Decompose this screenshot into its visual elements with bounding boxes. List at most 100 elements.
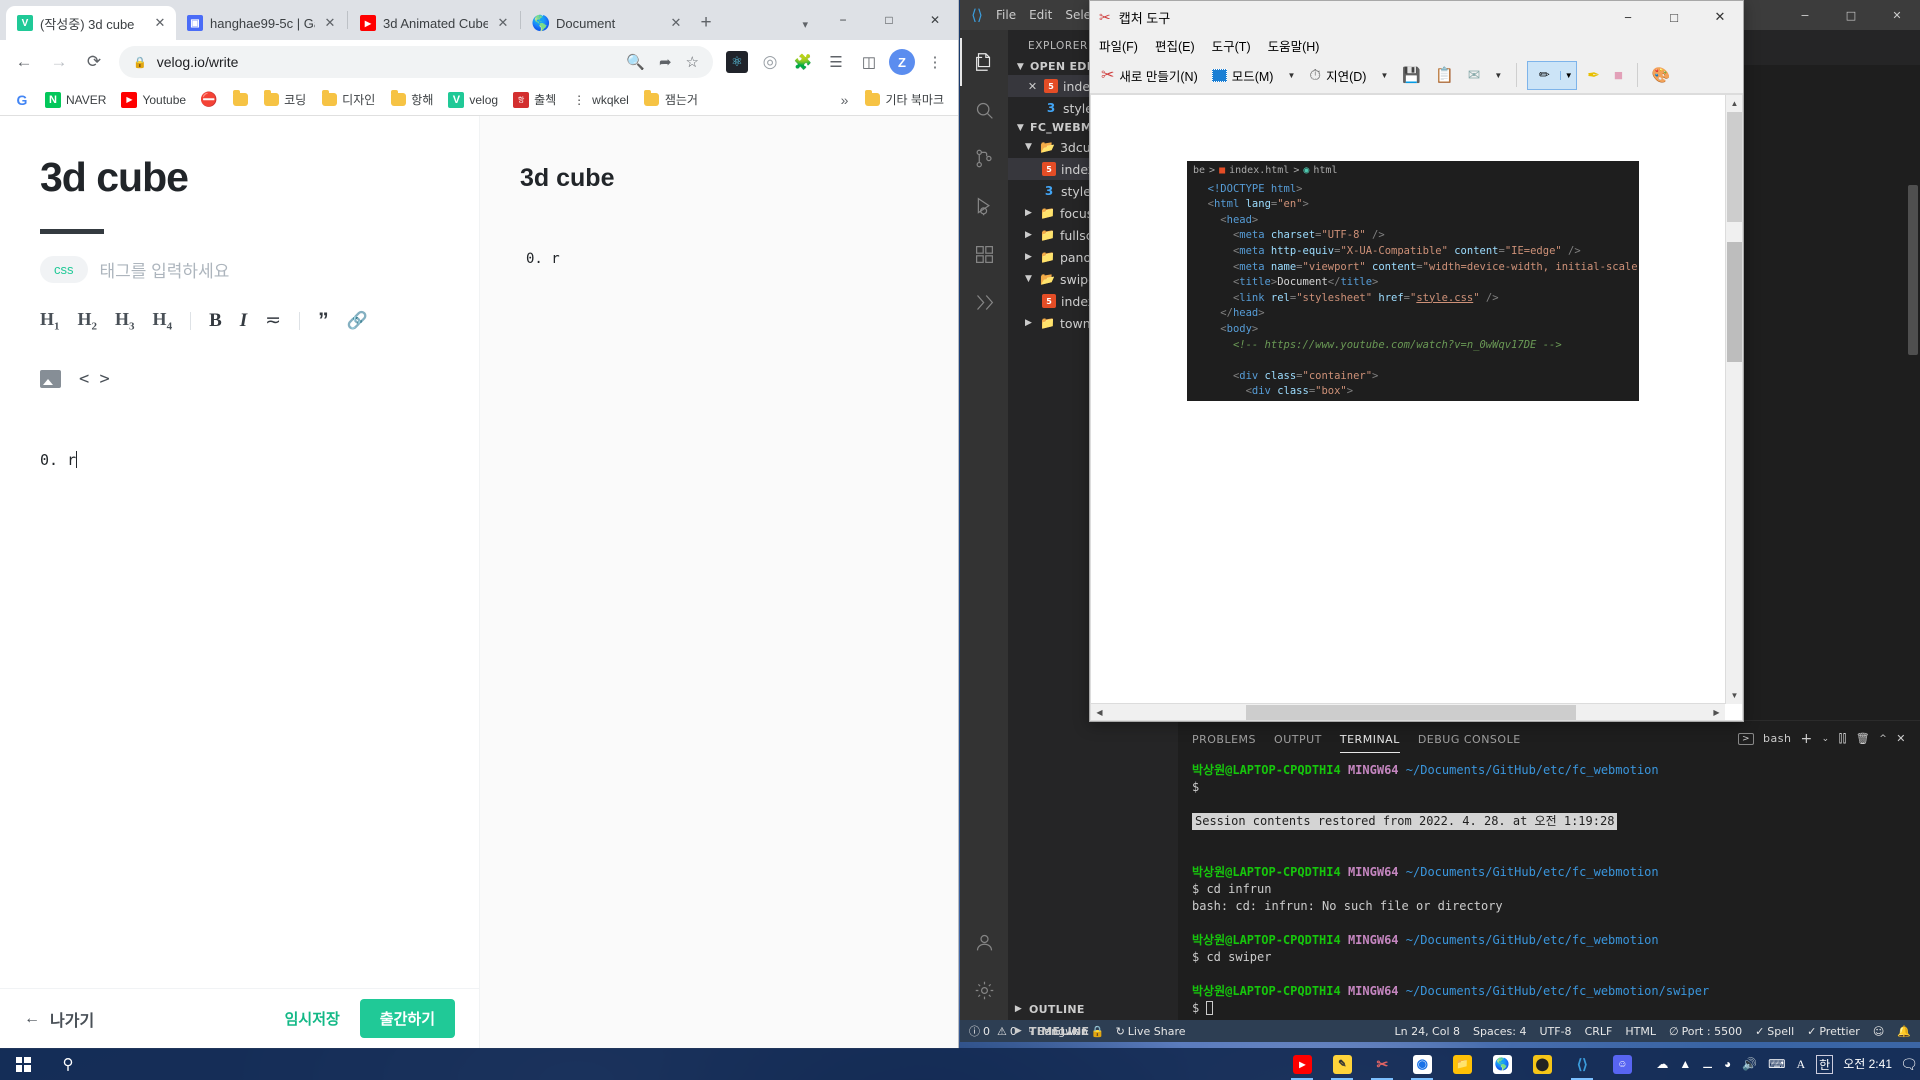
taskbar-clock[interactable]: 오전 2:41 [1843, 1057, 1898, 1071]
status-eol[interactable]: CRLF [1585, 1025, 1613, 1038]
close-icon[interactable]: ✕ [495, 15, 511, 31]
email-dropdown-icon[interactable]: ▼ [1490, 71, 1506, 80]
bookmark-other-bookmarks[interactable]: 기타 북마크 [858, 88, 950, 111]
mode-button[interactable]: 모드(M) [1208, 63, 1278, 88]
chrome-window-controls[interactable]: − □ ✕ [820, 3, 958, 36]
code-block-icon[interactable]: < > [79, 369, 110, 389]
taskbar-notepad-icon[interactable]: ✎ [1322, 1048, 1362, 1080]
pen-dropdown-icon[interactable]: ▼ [1560, 70, 1576, 80]
heading2-button[interactable]: H2 [78, 309, 98, 333]
maximize-panel-button[interactable]: ^ [1879, 734, 1887, 744]
close-icon[interactable]: ✕ [1026, 80, 1039, 93]
tab-debug-console[interactable]: DEBUG CONSOLE [1418, 725, 1521, 753]
canvas-horizontal-scrollbar[interactable]: ◀ ▶ [1091, 703, 1725, 720]
account-icon[interactable] [960, 918, 1008, 966]
volume-icon[interactable]: 🔊 [1742, 1057, 1757, 1071]
hscroll-thumb[interactable] [1246, 705, 1576, 720]
bookmarks-overflow-icon[interactable]: » [834, 92, 856, 108]
canvas-vertical-scrollbar[interactable]: ▲ ▼ [1725, 95, 1742, 704]
snip-menu-tools[interactable]: 도구(T) [1212, 36, 1251, 55]
exit-button[interactable]: ← 나가기 [24, 1007, 94, 1031]
address-bar[interactable]: 🔒 velog.io/write 🔍 ➦ ☆ [119, 46, 713, 78]
heading1-button[interactable]: H1 [40, 309, 60, 333]
status-live-server-port[interactable]: ∅ Port : 5500 [1669, 1025, 1742, 1038]
run-debug-icon[interactable] [960, 182, 1008, 230]
heading3-button[interactable]: H3 [115, 309, 135, 333]
bookmark-wkqkel[interactable]: ⋮ wkqkel [565, 89, 635, 111]
maximize-button[interactable]: □ [866, 3, 912, 36]
editor-scrollbar[interactable] [1908, 185, 1918, 355]
tab-3d-animated-cube[interactable]: ▶ 3d Animated Cube ✕ [349, 6, 519, 40]
save-draft-button[interactable]: 임시저장 [285, 1008, 340, 1029]
settings-gear-icon[interactable] [960, 966, 1008, 1014]
scroll-down-icon[interactable]: ▼ [1726, 687, 1742, 704]
bold-button[interactable]: B [209, 310, 222, 332]
bookmark-star-icon[interactable]: ☆ [686, 53, 699, 71]
new-terminal-button[interactable]: + [1800, 731, 1812, 747]
keyboard-icon[interactable]: ⌨ [1768, 1057, 1785, 1071]
vscode-window-controls[interactable]: − □ ✕ [1782, 0, 1920, 30]
taskbar-yellow-app-icon[interactable]: ⬤ [1522, 1048, 1562, 1080]
source-control-icon[interactable] [960, 134, 1008, 182]
live-share-icon[interactable] [960, 278, 1008, 326]
close-icon[interactable]: ✕ [322, 15, 338, 31]
tab-output[interactable]: OUTPUT [1274, 725, 1322, 753]
heading4-button[interactable]: H4 [153, 309, 173, 333]
delay-button[interactable]: ⏱ 지연(D) [1305, 63, 1370, 88]
puzzle-extensions-icon[interactable]: 🧩 [788, 47, 818, 77]
highlighter-button[interactable]: ✒ [1583, 63, 1604, 87]
onedrive-icon[interactable]: ☁ [1656, 1057, 1668, 1071]
post-body-editor[interactable]: 0. r [40, 450, 447, 469]
bookmark-folder-1[interactable] [226, 89, 254, 111]
publish-button[interactable]: 출간하기 [359, 999, 455, 1038]
chevron-up-icon[interactable]: ▲ [1679, 1057, 1691, 1071]
pen-icon[interactable]: ✏ [1528, 67, 1560, 83]
taskbar-file-explorer-icon[interactable]: 📁 [1442, 1048, 1482, 1080]
outline-section[interactable]: ▶ OUTLINE [1008, 998, 1178, 1020]
share-icon[interactable]: ➦ [659, 53, 672, 71]
tab-document[interactable]: 🌎 Document ✕ [522, 6, 692, 40]
snip-maximize-button[interactable]: □ [1651, 2, 1697, 33]
bookmark-folder-coding[interactable]: 코딩 [257, 88, 312, 111]
snip-minimize-button[interactable]: − [1605, 2, 1651, 33]
save-button[interactable]: 💾 [1398, 63, 1425, 87]
terminal-output[interactable]: 박상원@LAPTOP-CPQDTHI4 MINGW64 ~/Documents/… [1178, 756, 1920, 1020]
pen-tool-group[interactable]: ✏ ▼ [1527, 60, 1578, 90]
explorer-icon[interactable] [960, 38, 1008, 86]
tab-terminal[interactable]: TERMINAL [1339, 725, 1400, 753]
vscroll-thumb-2[interactable] [1727, 242, 1742, 362]
tab-hanghae99[interactable]: ▣ hanghae99-5c | Gat ✕ [176, 6, 346, 40]
bookmark-folder-design[interactable]: 디자인 [315, 88, 381, 111]
post-title-input[interactable]: 3d cube [40, 154, 447, 201]
copy-button[interactable]: 📋 [1431, 63, 1458, 87]
snip-menu-file[interactable]: 파일(F) [1099, 36, 1138, 55]
new-snip-button[interactable]: ✂ 새로 만들기(N) [1097, 62, 1202, 88]
menu-edit[interactable]: Edit [1029, 8, 1052, 22]
image-icon[interactable] [40, 369, 61, 388]
snip-menu-help[interactable]: 도움말(H) [1268, 36, 1320, 55]
vscroll-thumb[interactable] [1727, 112, 1742, 222]
scroll-up-icon[interactable]: ▲ [1726, 95, 1742, 112]
sidepanel-icon[interactable]: ◫ [854, 47, 884, 77]
tag-input[interactable]: 태그를 입력하세요 [100, 257, 230, 282]
status-notifications-icon[interactable]: 🔔 [1897, 1025, 1911, 1038]
reading-list-icon[interactable]: ☰ [821, 47, 851, 77]
target-extension-icon[interactable]: ◎ [755, 47, 785, 77]
bookmark-youtube[interactable]: ▶ Youtube [115, 89, 192, 111]
scroll-left-icon[interactable]: ◀ [1091, 704, 1108, 720]
bookmark-folder-jaemneungeo[interactable]: 잼는거 [638, 88, 704, 111]
italic-button[interactable]: I [240, 310, 247, 332]
search-icon[interactable] [960, 86, 1008, 134]
kill-terminal-button[interactable]: 🗑 [1856, 732, 1870, 745]
status-spell-checker[interactable]: ✓ Spell [1755, 1025, 1794, 1038]
blockquote-button[interactable]: ” [318, 310, 329, 331]
ime-han-icon[interactable]: 한 [1816, 1054, 1834, 1074]
taskbar-chrome-icon[interactable]: ◉ [1402, 1048, 1442, 1080]
taskbar-snipping-tool-icon[interactable]: ✂ [1362, 1048, 1402, 1080]
status-language-mode[interactable]: HTML [1625, 1025, 1656, 1038]
search-icon[interactable]: ⚲ [46, 1048, 90, 1080]
mode-dropdown-icon[interactable]: ▼ [1283, 71, 1299, 80]
bookmark-folder-hanghae[interactable]: 항해 [384, 88, 439, 111]
paint3d-button[interactable]: 🎨 [1648, 63, 1675, 87]
strikethrough-icon[interactable]: ≂ [265, 309, 281, 332]
